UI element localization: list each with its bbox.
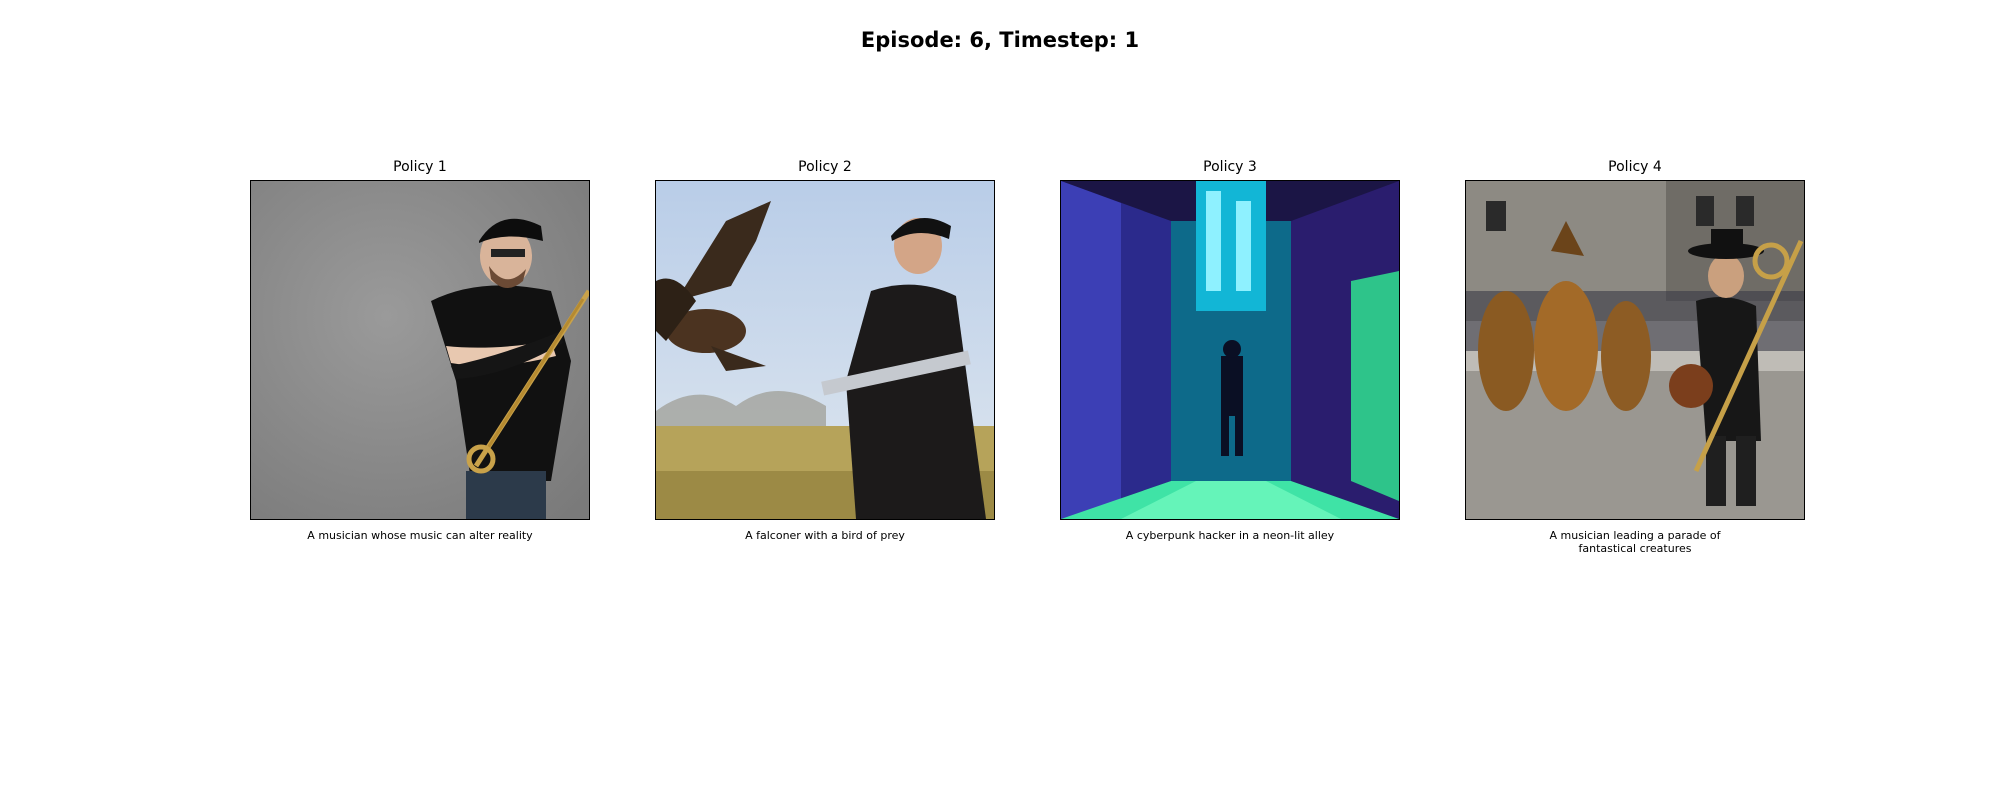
cyberpunk-alley-image <box>1061 181 1399 519</box>
panel-title: Policy 1 <box>393 159 447 175</box>
panel-caption: A musician leading a parade of fantastic… <box>1549 529 1721 555</box>
panel-title: Policy 3 <box>1203 159 1257 175</box>
generated-image <box>1465 180 1805 520</box>
generated-image <box>655 180 995 520</box>
panel-title: Policy 4 <box>1608 159 1662 175</box>
panel-caption: A cyberpunk hacker in a neon-lit alley <box>1125 529 1335 542</box>
panel-caption: A musician whose music can alter reality <box>307 529 533 542</box>
musician-parade-image <box>1466 181 1804 519</box>
generated-image <box>250 180 590 520</box>
musician-trombone-image <box>251 181 589 519</box>
panel-caption: A falconer with a bird of prey <box>745 529 905 542</box>
panel-title: Policy 2 <box>798 159 852 175</box>
figure-title: Episode: 6, Timestep: 1 <box>860 28 1140 52</box>
generated-image <box>1060 180 1400 520</box>
falconer-bird-image <box>656 181 994 519</box>
